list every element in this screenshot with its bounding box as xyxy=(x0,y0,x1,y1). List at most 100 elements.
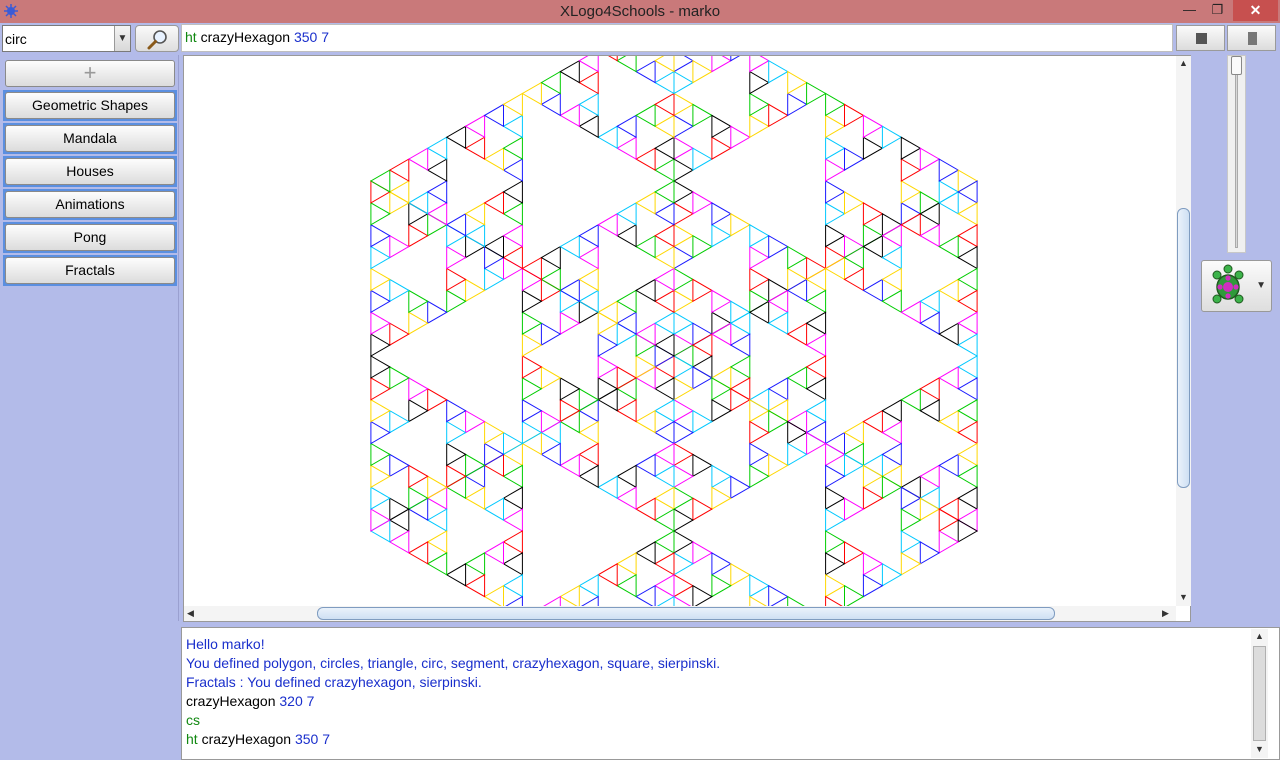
fractal-triangle xyxy=(748,387,770,412)
chevron-down-icon[interactable]: ▼ xyxy=(114,26,130,51)
stop-button[interactable] xyxy=(1176,25,1225,51)
add-file-button[interactable]: + xyxy=(5,60,175,87)
fractal-triangle xyxy=(673,573,694,598)
fractal-triangle xyxy=(484,442,505,467)
fractal-triangle xyxy=(692,59,713,84)
fractal-triangle xyxy=(369,169,391,193)
fractal-triangle xyxy=(635,59,656,84)
horizontal-scroll-thumb[interactable] xyxy=(317,607,1055,620)
sidebar-item-label[interactable]: Mandala xyxy=(5,125,175,152)
fractal-triangle xyxy=(540,420,561,445)
fractal-triangle xyxy=(389,234,410,259)
fractal-triangle xyxy=(692,191,713,215)
sidebar-item-label[interactable]: Animations xyxy=(5,191,175,218)
fractal-triangle xyxy=(692,234,713,259)
scroll-left-icon[interactable]: ◀ xyxy=(187,608,194,619)
sidebar-item-houses[interactable]: Houses xyxy=(3,156,177,187)
sidebar-item-label[interactable]: Fractals xyxy=(5,257,175,284)
sidebar-item-geometric-shapes[interactable]: Geometric Shapes xyxy=(3,90,177,121)
search-input[interactable] xyxy=(5,28,113,49)
sidebar-item-animations[interactable]: Animations xyxy=(3,189,177,220)
fractal-triangle xyxy=(654,223,675,248)
fractal-triangle xyxy=(407,147,429,171)
fractal-triangle xyxy=(654,508,675,532)
fractal-triangle xyxy=(900,180,922,204)
fractal-triangle xyxy=(881,212,903,237)
fractal-triangle xyxy=(862,464,884,489)
sidebar-item-pong[interactable]: Pong xyxy=(3,222,177,253)
chevron-down-icon[interactable]: ▼ xyxy=(1256,280,1266,291)
fractal-triangle xyxy=(730,387,751,412)
slider-handle[interactable] xyxy=(1231,56,1242,75)
pause-button[interactable] xyxy=(1227,25,1276,51)
fractal-triangle xyxy=(654,442,675,467)
fractal-triangle xyxy=(862,486,884,510)
fractal-triangle xyxy=(938,180,960,204)
fractal-triangle xyxy=(616,464,637,489)
turtle-selector[interactable]: ▼ xyxy=(1201,260,1272,312)
vertical-scroll-thumb[interactable] xyxy=(1177,208,1190,488)
fractal-triangle xyxy=(825,486,846,510)
sidebar-item-label[interactable]: Geometric Shapes xyxy=(5,92,175,119)
fractal-triangle xyxy=(938,191,959,215)
sidebar-item-fractals[interactable]: Fractals xyxy=(3,255,177,286)
fractal-triangle xyxy=(503,256,524,281)
command-procedure: crazyHexagon xyxy=(200,29,291,45)
fractal-triangle xyxy=(388,508,410,532)
minimize-button[interactable]: — xyxy=(1176,0,1203,21)
sidebar-item-label[interactable]: Houses xyxy=(5,158,175,185)
fractal-triangle xyxy=(502,442,523,467)
procedure-search-combo[interactable]: ▼ xyxy=(2,25,131,52)
sidebar-item-label[interactable]: Pong xyxy=(5,224,175,251)
drawing-canvas[interactable] xyxy=(183,55,1191,622)
fractal-triangle xyxy=(673,595,692,606)
fractal-triangle xyxy=(388,530,410,554)
canvas-vertical-scrollbar[interactable]: ▲ ▼ xyxy=(1176,56,1191,606)
console-line: Hello marko! xyxy=(186,636,265,652)
canvas-horizontal-scrollbar[interactable]: ◀ ▶ xyxy=(184,606,1176,621)
command-line-input[interactable]: ht crazyHexagon 350 7 xyxy=(181,24,1173,52)
fractal-triangle xyxy=(502,486,523,510)
scroll-up-icon[interactable]: ▲ xyxy=(1255,631,1264,641)
fractal-triangle xyxy=(900,158,922,182)
fractal-triangle xyxy=(881,398,902,423)
fractal-triangle xyxy=(825,223,846,248)
fractal-triangle xyxy=(597,387,618,412)
scroll-down-icon[interactable]: ▼ xyxy=(1255,744,1264,754)
fractal-triangle xyxy=(483,541,504,565)
fractal-triangle xyxy=(559,377,581,401)
scroll-down-icon[interactable]: ▼ xyxy=(1179,592,1188,602)
fractal-triangle xyxy=(426,486,448,510)
fractal-triangle xyxy=(673,70,694,95)
fractal-triangle xyxy=(503,431,524,456)
console-scrollbar[interactable]: ▲ ▼ xyxy=(1251,629,1268,758)
fractal-triangle xyxy=(881,125,903,150)
close-button[interactable]: ✕ xyxy=(1233,0,1278,21)
fractal-triangle xyxy=(505,595,523,606)
scroll-up-icon[interactable]: ▲ xyxy=(1179,58,1188,68)
speed-slider[interactable] xyxy=(1227,55,1246,253)
fractal-group xyxy=(369,56,979,606)
console-scroll-thumb[interactable] xyxy=(1253,646,1266,741)
console-history[interactable]: Hello marko! You defined polygon, circle… xyxy=(181,627,1280,760)
fractal-triangle xyxy=(673,245,694,270)
fractal-triangle xyxy=(692,278,713,303)
fractal-triangle xyxy=(464,573,486,598)
fractal-triangle xyxy=(673,377,694,401)
fractal-triangle xyxy=(711,136,732,160)
fractal-triangle xyxy=(616,398,637,423)
scroll-right-icon[interactable]: ▶ xyxy=(1162,608,1169,619)
search-button[interactable] xyxy=(135,25,179,52)
fractal-triangle xyxy=(408,464,429,489)
add-file-item[interactable]: + xyxy=(3,58,177,89)
fractal-triangle xyxy=(711,223,732,248)
fractal-triangle xyxy=(673,398,694,423)
fractal-triangle xyxy=(843,267,864,292)
fractal-triangle xyxy=(748,300,770,325)
fractal-triangle xyxy=(862,278,883,303)
fractal-triangle xyxy=(787,92,808,117)
maximize-button[interactable]: ❐ xyxy=(1204,0,1231,21)
fractal-triangle xyxy=(786,366,808,390)
fractal-triangle xyxy=(635,103,656,128)
sidebar-item-mandala[interactable]: Mandala xyxy=(3,123,177,154)
